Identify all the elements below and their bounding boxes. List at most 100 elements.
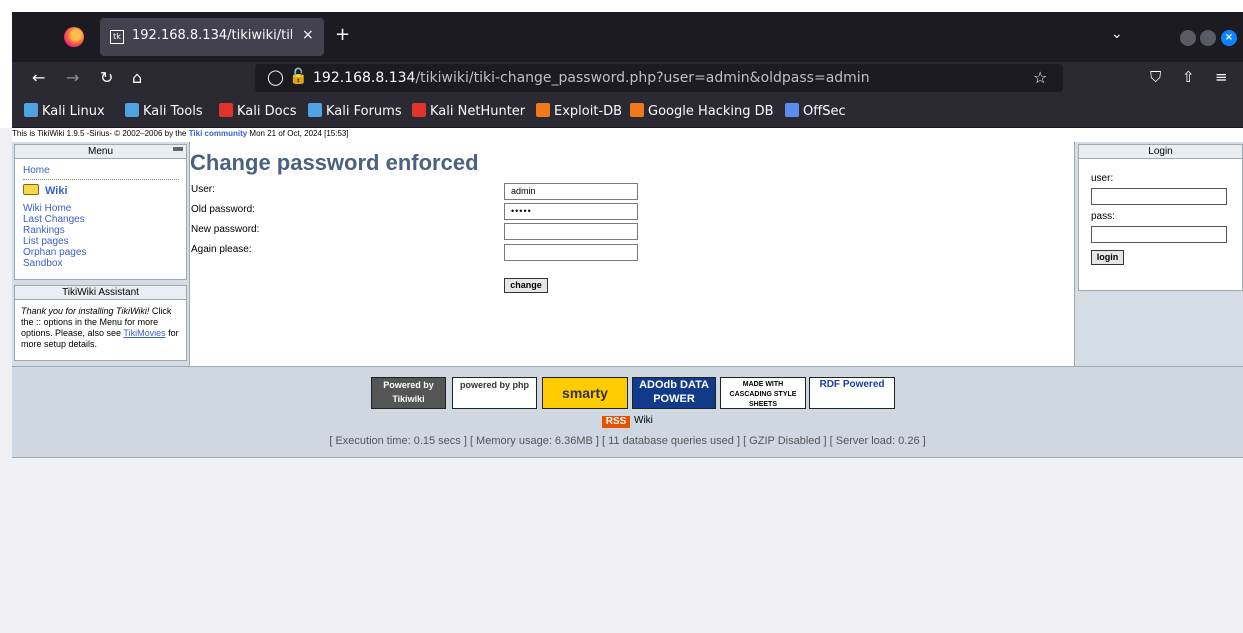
- user-field[interactable]: admin: [504, 183, 638, 200]
- bookmark-kali-linux[interactable]: Kali Linux: [24, 103, 105, 119]
- menu-item-wiki-home[interactable]: Wiki Home: [23, 203, 71, 214]
- offsec-icon: [785, 103, 799, 117]
- right-column: Login user: pass: login: [1074, 142, 1243, 366]
- page-blank-area: [12, 458, 1243, 633]
- menu-section-wiki[interactable]: Wiki: [45, 185, 68, 197]
- tikimovies-link[interactable]: TikiMovies: [123, 328, 165, 338]
- bookmark-label: Google Hacking DB: [648, 104, 774, 119]
- login-user-input[interactable]: [1091, 188, 1227, 205]
- new-password-field[interactable]: [504, 223, 638, 240]
- nav-bar: ← → ↻ ⌂ ◯ 🔓 192.168.8.134/tikiwiki/tiki-…: [12, 62, 1243, 94]
- maximize-icon[interactable]: [1200, 30, 1216, 46]
- ghdb-icon: [630, 103, 644, 117]
- css-badge[interactable]: MADE WITH CASCADING STYLE SHEETS: [720, 377, 806, 409]
- menu-box-title: Menu: [15, 145, 186, 159]
- url-bar[interactable]: ◯ 🔓 192.168.8.134/tikiwiki/tiki-change_p…: [255, 64, 1063, 92]
- again-password-label: Again please:: [191, 244, 252, 255]
- bookmark-label: OffSec: [803, 104, 846, 119]
- topline-prefix: This is TikiWiki 1.9.5 -Sirius- © 2002–2…: [12, 129, 187, 138]
- login-pass-input[interactable]: [1091, 226, 1227, 243]
- tab-close-icon[interactable]: ×: [302, 27, 314, 43]
- site-topline: This is TikiWiki 1.9.5 -Sirius- © 2002–2…: [12, 128, 1243, 142]
- url-text[interactable]: 192.168.8.134/tikiwiki/tiki-change_passw…: [313, 70, 870, 86]
- tikiwiki-badge[interactable]: Powered by Tikiwiki: [371, 377, 446, 409]
- kali-tools-icon: [125, 103, 139, 117]
- folder-icon[interactable]: [23, 184, 39, 195]
- menu-item-sandbox[interactable]: Sandbox: [23, 258, 62, 269]
- menu-title: Menu: [87, 146, 113, 157]
- menu-item-last-changes[interactable]: Last Changes: [23, 214, 85, 225]
- old-password-label: Old password:: [191, 204, 255, 215]
- menu-box: Menu Home Wiki Wiki Home Last Changes Ra…: [14, 144, 187, 280]
- assistant-title: TikiWiki Assistant: [15, 286, 186, 300]
- bookmark-kali-forums[interactable]: Kali Forums: [308, 103, 402, 119]
- user-label: User:: [191, 184, 215, 195]
- new-password-label: New password:: [191, 224, 260, 235]
- adodb-badge[interactable]: ADOdb DATA POWER: [632, 377, 716, 409]
- menu-item-orphan-pages[interactable]: Orphan pages: [23, 247, 86, 258]
- left-column: Menu Home Wiki Wiki Home Last Changes Ra…: [12, 142, 190, 366]
- login-title: Login: [1079, 145, 1242, 159]
- assistant-text: Thank you for installing TikiWiki! Click…: [21, 306, 181, 350]
- kali-dragon-icon: [24, 103, 38, 117]
- new-tab-icon[interactable]: +: [335, 24, 350, 45]
- menu-item-home[interactable]: Home: [23, 165, 50, 176]
- menu-item-rankings[interactable]: Rankings: [23, 225, 65, 236]
- bookmark-label: Kali Docs: [237, 104, 297, 119]
- bookmark-label: Exploit-DB: [554, 104, 623, 119]
- left-edge: [0, 12, 12, 128]
- change-button[interactable]: change: [504, 278, 548, 293]
- bookmark-kali-nethunter[interactable]: Kali NetHunter: [412, 103, 525, 119]
- bookmark-kali-docs[interactable]: Kali Docs: [219, 103, 297, 119]
- again-password-field[interactable]: [504, 244, 638, 261]
- window-close-icon[interactable]: ×: [1221, 30, 1237, 46]
- home-icon[interactable]: ⌂: [132, 68, 142, 87]
- bookmark-label: Kali Tools: [143, 104, 203, 119]
- login-button[interactable]: login: [1091, 250, 1124, 265]
- top-strip: [0, 0, 1243, 12]
- bookmark-label: Kali NetHunter: [430, 104, 526, 119]
- bookmark-exploit-db[interactable]: Exploit-DB: [536, 103, 622, 119]
- tab-bar: tk 192.168.8.134/tikiwiki/tiki × + ⌄ ×: [12, 12, 1243, 62]
- browser-chrome: tk 192.168.8.134/tikiwiki/tiki × + ⌄ × ←…: [0, 0, 1243, 143]
- smarty-badge[interactable]: smarty: [542, 377, 628, 409]
- minimize-box-icon[interactable]: [173, 147, 183, 151]
- menu-item-list-pages[interactable]: List pages: [23, 236, 69, 247]
- php-badge[interactable]: powered by php: [452, 377, 537, 409]
- web-page: This is TikiWiki 1.9.5 -Sirius- © 2002–2…: [12, 128, 1243, 633]
- bookmark-kali-tools[interactable]: Kali Tools: [125, 103, 203, 119]
- forward-icon[interactable]: →: [66, 68, 79, 87]
- login-user-label: user:: [1091, 173, 1114, 184]
- rss-icon[interactable]: RSS: [602, 416, 630, 428]
- bookmark-label: Kali Forums: [326, 104, 402, 119]
- tab-title: 192.168.8.134/tikiwiki/tiki: [132, 28, 292, 43]
- back-icon[interactable]: ←: [32, 68, 45, 87]
- kali-forums-icon: [308, 103, 322, 117]
- chevron-down-icon[interactable]: ⌄: [1111, 26, 1123, 42]
- tiki-community-link[interactable]: Tiki community: [189, 129, 248, 138]
- bookmarks-bar: Kali Linux Kali Tools Kali Docs Kali For…: [12, 94, 1243, 128]
- url-path: /tikiwiki/tiki-change_password.php?user=…: [415, 70, 870, 86]
- bookmark-star-icon[interactable]: ☆: [1033, 68, 1047, 87]
- minimize-icon[interactable]: [1180, 30, 1196, 46]
- insecure-lock-icon[interactable]: 🔓: [289, 67, 308, 85]
- rdf-badge[interactable]: RDF Powered: [809, 377, 895, 409]
- reload-icon[interactable]: ↻: [100, 68, 113, 87]
- tab-active[interactable]: tk 192.168.8.134/tikiwiki/tiki ×: [100, 18, 324, 56]
- assistant-thanks: Thank you for installing TikiWiki!: [21, 306, 150, 316]
- old-password-field[interactable]: •••••: [504, 203, 638, 220]
- extensions-icon[interactable]: ⇧: [1182, 68, 1195, 86]
- pocket-icon[interactable]: ⛉: [1150, 68, 1161, 86]
- bookmark-offsec[interactable]: OffSec: [785, 103, 846, 119]
- shield-icon[interactable]: ◯: [267, 68, 284, 86]
- menu-divider: [23, 179, 179, 180]
- url-host: 192.168.8.134: [313, 70, 416, 86]
- kali-docs-icon: [219, 103, 233, 117]
- bookmark-label: Kali Linux: [42, 104, 105, 119]
- firefox-icon[interactable]: [64, 27, 84, 47]
- rss-wiki-link[interactable]: Wiki: [634, 415, 653, 426]
- menu-icon[interactable]: ≡: [1215, 68, 1228, 86]
- login-pass-label: pass:: [1091, 211, 1115, 222]
- page-title: Change password enforced: [190, 150, 479, 175]
- bookmark-google-hacking-db[interactable]: Google Hacking DB: [630, 103, 774, 119]
